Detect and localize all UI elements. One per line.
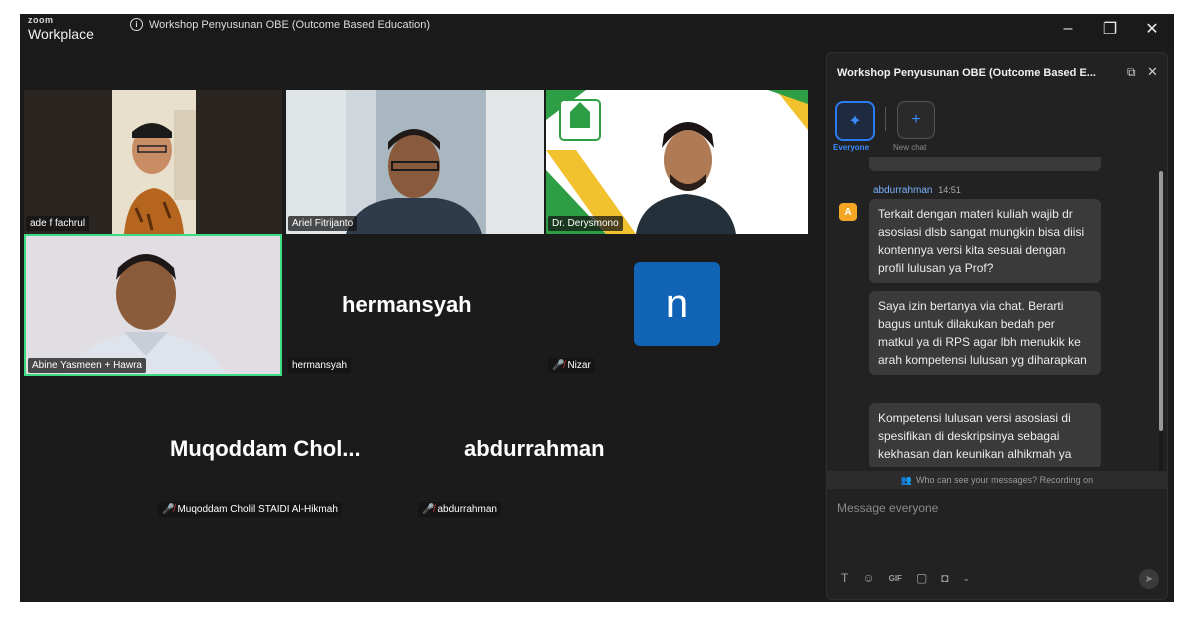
participant-name: abdurrahman — [437, 504, 497, 515]
popout-icon[interactable]: ⧉ — [1127, 65, 1136, 80]
participant-name-tag: 🎤̸ Muqoddam Cholil STAIDI Al-Hikmah — [158, 502, 342, 517]
participant-name: hermansyah — [292, 360, 348, 371]
chat-scrollbar[interactable] — [1159, 171, 1163, 483]
chevron-down-icon[interactable]: ⌄ — [963, 573, 971, 584]
channel-label-everyone: Everyone — [833, 143, 870, 152]
participant-display-name: Muqoddam Chol... — [170, 436, 361, 461]
participant-name-tag: Ariel Fitrijanto — [288, 216, 358, 231]
video-tile-abdurrahman[interactable]: abdurrahman 🎤̸ abdurrahman — [416, 378, 674, 526]
plus-icon: + — [911, 111, 921, 128]
emoji-icon[interactable]: ☺ — [862, 571, 874, 585]
meeting-title: Workshop Penyusunan OBE (Outcome Based E… — [149, 18, 431, 31]
video-tile-nizar[interactable]: n 🎤̸ Nizar — [546, 234, 808, 376]
gif-icon[interactable]: GIF — [889, 574, 902, 583]
people-icon: 👥 — [900, 474, 913, 485]
participant-name: Muqoddam Cholil STAIDI Al-Hikmah — [177, 504, 338, 515]
close-button[interactable]: ✕ — [1138, 18, 1166, 40]
privacy-notice[interactable]: 👥 Who can see your messages? Recording o… — [827, 471, 1167, 489]
sender-avatar: A — [839, 203, 857, 221]
participant-name-tag: ade f fachrul — [26, 216, 90, 231]
restore-button[interactable]: ❐ — [1096, 18, 1124, 40]
channel-everyone-button[interactable]: ✦ — [835, 101, 875, 141]
message-input[interactable]: Message everyone — [837, 501, 938, 515]
chat-panel: Workshop Penyusunan OBE (Outcome Based E… — [826, 52, 1168, 600]
video-tile-derysmono[interactable]: Dr. Derysmono — [546, 90, 808, 234]
message-bubble[interactable]: Terkait dengan materi kuliah wajib dr as… — [869, 199, 1101, 283]
video-tile-abine[interactable]: Abine Yasmeen + Hawra — [24, 234, 282, 376]
zoom-window: zoom Workplace i Workshop Penyusunan OBE… — [20, 14, 1174, 602]
participant-name: Ariel Fitrijanto — [292, 218, 354, 229]
participant-video — [286, 90, 544, 234]
minimize-button[interactable]: – — [1054, 18, 1082, 40]
participant-video — [26, 236, 280, 374]
participant-name: Dr. Derysmono — [552, 218, 619, 229]
file-icon[interactable]: ▢ — [916, 571, 927, 585]
participant-name: Nizar — [567, 360, 591, 371]
channel-label-new-chat: New chat — [893, 143, 927, 152]
brand-name: Workplace — [28, 26, 94, 42]
message-time: 14:51 — [938, 185, 961, 195]
send-icon: ➤ — [1144, 573, 1154, 585]
video-tile-hermansyah[interactable]: hermansyah hermansyah — [286, 234, 544, 376]
divider — [885, 107, 886, 131]
participant-name-tag: hermansyah — [288, 358, 352, 373]
title-bar: zoom Workplace i Workshop Penyusunan OBE… — [20, 14, 1174, 48]
send-button[interactable]: ➤ — [1139, 569, 1159, 589]
video-tile-ariel[interactable]: Ariel Fitrijanto — [286, 90, 544, 234]
message-bubble[interactable]: Kompetensi lulusan versi asosiasi di spe… — [869, 403, 1101, 467]
text-format-icon[interactable]: T — [841, 571, 848, 585]
message-bubble[interactable]: Saya izin bertanya via chat. Berarti bag… — [869, 291, 1101, 375]
chat-title: Workshop Penyusunan OBE (Outcome Based E… — [837, 67, 1096, 79]
zoom-logo: zoom Workplace — [28, 15, 94, 42]
people-icon: ✦ — [848, 113, 862, 130]
participant-name: Abine Yasmeen + Hawra — [32, 360, 142, 371]
participant-name: ade f fachrul — [30, 218, 86, 229]
mic-muted-icon: 🎤̸ — [552, 360, 565, 371]
video-tile-ade[interactable]: ade f fachrul — [24, 90, 282, 234]
close-chat-icon[interactable]: ✕ — [1147, 64, 1158, 80]
meeting-info[interactable]: i Workshop Penyusunan OBE (Outcome Based… — [130, 18, 430, 31]
message-sender: abdurrahman 14:51 — [873, 185, 961, 196]
sender-name: abdurrahman — [873, 185, 933, 196]
mic-muted-icon: 🎤̸ — [162, 504, 175, 515]
mic-muted-icon: 🎤̸ — [422, 504, 435, 515]
participant-name-tag: 🎤̸ Nizar — [548, 358, 595, 373]
participant-name-tag: Abine Yasmeen + Hawra — [28, 358, 146, 373]
message-bubble-partial — [869, 157, 1101, 171]
participant-name-tag: 🎤̸ abdurrahman — [418, 502, 501, 517]
message-list: abdurrahman 14:51 A Terkait dengan mater… — [827, 157, 1157, 467]
info-icon[interactable]: i — [130, 18, 143, 31]
participant-video — [112, 90, 196, 234]
scrollbar-thumb[interactable] — [1159, 171, 1163, 431]
participant-display-name: abdurrahman — [464, 436, 605, 461]
screenshot-icon[interactable]: ◘ — [941, 571, 948, 585]
participant-name-tag: Dr. Derysmono — [548, 216, 623, 231]
participant-avatar: n — [634, 262, 720, 346]
participant-video — [546, 90, 808, 234]
brand-small: zoom — [28, 15, 54, 25]
chat-toolbar: T ☺ GIF ▢ ◘ ⌄ — [841, 571, 970, 585]
privacy-note: Who can see your messages? Recording on — [916, 475, 1094, 485]
video-tile-muqoddam[interactable]: Muqoddam Chol... 🎤̸ Muqoddam Cholil STAI… — [156, 378, 414, 526]
participant-display-name: hermansyah — [342, 292, 472, 317]
new-chat-button[interactable]: + — [897, 101, 935, 139]
